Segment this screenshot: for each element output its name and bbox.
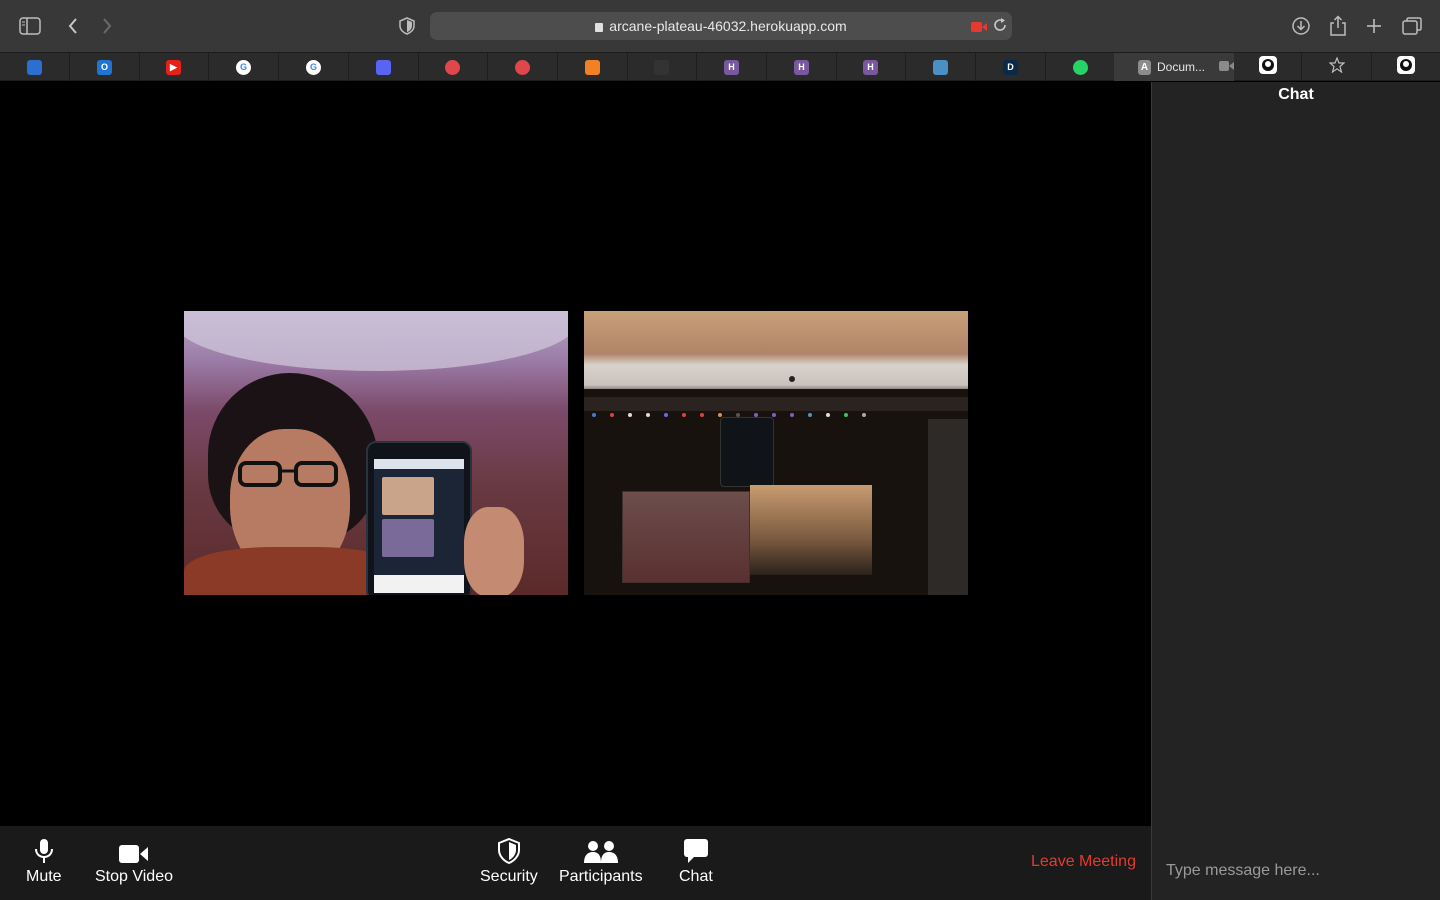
mute-label: Mute (26, 868, 62, 885)
fav-dark-icon (654, 59, 669, 75)
fav-whatsapp-icon (1073, 59, 1088, 75)
favorite-fav-heroku-1[interactable]: H (697, 53, 767, 81)
fav-red-2-icon (515, 59, 530, 75)
security-button[interactable]: Security (480, 836, 538, 886)
fav-red-1-icon (445, 59, 460, 75)
favorite-fav-red-2[interactable] (488, 53, 558, 81)
favorite-fav-cloud[interactable] (906, 53, 976, 81)
tab-document[interactable]: A Docum... (1114, 53, 1234, 81)
github-icon (1258, 55, 1277, 79)
stop-video-button[interactable]: Stop Video (95, 836, 173, 886)
tab-github-2[interactable] (1372, 53, 1440, 81)
fav-heroku-3-icon: H (863, 59, 878, 75)
participants-button[interactable]: Participants (559, 836, 643, 886)
participants-icon (583, 836, 618, 864)
chat-bubble-icon (683, 836, 709, 864)
favorite-fav-google-2[interactable]: G (279, 53, 349, 81)
chat-panel: Chat (1151, 82, 1440, 900)
favorite-fav-heroku-2[interactable]: H (767, 53, 837, 81)
star-icon (1327, 55, 1346, 78)
chat-message-input[interactable] (1152, 846, 1440, 896)
address-bar[interactable]: arcane-plateau-46032.herokuapp.com (430, 12, 1012, 40)
chat-label: Chat (679, 868, 713, 885)
favorite-fav-red-1[interactable] (418, 53, 488, 81)
browser-toolbar: arcane-plateau-46032.herokuapp.com (0, 0, 1440, 52)
shield-icon (497, 836, 521, 864)
tab-strip: O ▶ G G H H H D A Docum... (0, 52, 1440, 81)
favorite-fav-google-1[interactable]: G (209, 53, 279, 81)
favorite-fav-stackoverflow[interactable] (558, 53, 628, 81)
tab-overview-icon[interactable] (1400, 14, 1424, 38)
mute-button[interactable]: Mute (26, 836, 62, 886)
fav-heroku-2-icon: H (794, 59, 809, 75)
fav-google-1-icon: G (236, 59, 251, 75)
back-icon[interactable] (61, 14, 85, 38)
new-tab-icon[interactable] (1362, 14, 1386, 38)
tab-github-1[interactable] (1234, 53, 1302, 81)
github-icon (1397, 55, 1415, 79)
chat-title: Chat (1278, 86, 1314, 103)
fav-stackoverflow-icon (585, 59, 600, 75)
camera-icon (1219, 58, 1234, 76)
video-grid (0, 82, 1151, 826)
meeting-controls: Mute Stop Video Security Participants Ch… (0, 826, 1151, 900)
video-tile-local[interactable] (184, 311, 568, 595)
share-icon[interactable] (1326, 14, 1350, 38)
favorite-fav-youtube[interactable]: ▶ (139, 53, 209, 81)
shield-icon[interactable] (395, 14, 419, 38)
security-label: Security (480, 868, 538, 885)
fav-cloud-icon (933, 59, 948, 75)
chat-button[interactable]: Chat (679, 836, 713, 886)
stop-video-label: Stop Video (95, 868, 173, 885)
forward-icon[interactable] (95, 14, 119, 38)
sidebar-icon[interactable] (18, 14, 42, 38)
fav-outlook-icon: O (97, 59, 112, 75)
microphone-icon (34, 836, 54, 864)
favorite-fav-whatsapp[interactable] (1046, 53, 1116, 81)
tab-favicon: A (1138, 59, 1151, 75)
leave-meeting-button[interactable]: Leave Meeting (1031, 853, 1136, 871)
download-icon[interactable] (1289, 14, 1313, 38)
tab-bookmarks[interactable] (1302, 53, 1372, 81)
fav-d-icon: D (1003, 59, 1018, 75)
favorite-fav-outlook[interactable]: O (70, 53, 140, 81)
favorite-fav-d[interactable]: D (976, 53, 1046, 81)
video-tile-remote[interactable] (584, 311, 968, 595)
favorite-fav-dark[interactable] (627, 53, 697, 81)
url-text: arcane-plateau-46032.herokuapp.com (609, 18, 847, 34)
favorite-fav-discord[interactable] (349, 53, 419, 81)
fav-1-icon (27, 59, 42, 75)
lock-icon (595, 23, 604, 32)
favorite-fav-heroku-3[interactable]: H (836, 53, 906, 81)
reload-icon[interactable] (993, 18, 1007, 37)
fav-heroku-1-icon: H (724, 59, 739, 75)
participants-label: Participants (559, 868, 643, 885)
video-camera-icon (119, 836, 149, 864)
fav-youtube-icon: ▶ (166, 59, 181, 75)
camera-recording-icon[interactable] (971, 20, 987, 38)
tab-title: Docum... (1156, 60, 1205, 74)
fav-google-2-icon: G (306, 59, 321, 75)
favorite-fav-1[interactable] (0, 53, 70, 81)
fav-discord-icon (376, 59, 391, 75)
